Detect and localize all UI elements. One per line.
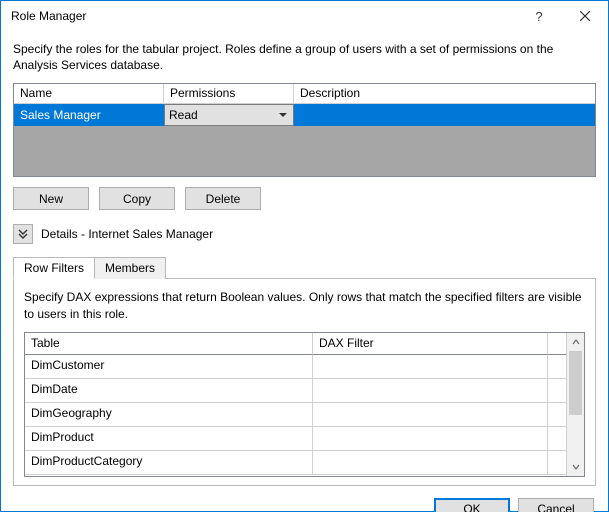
filter-table-cell[interactable]: DimGeography bbox=[25, 403, 313, 426]
scroll-up-button[interactable] bbox=[567, 333, 584, 351]
filter-dax-cell[interactable] bbox=[313, 451, 548, 474]
column-header-permissions[interactable]: Permissions bbox=[164, 84, 294, 104]
intro-text: Specify the roles for the tabular projec… bbox=[13, 41, 596, 73]
filters-scrollbar[interactable] bbox=[566, 333, 584, 476]
column-header-dax[interactable]: DAX Filter bbox=[313, 333, 548, 355]
roles-grid-row[interactable]: Sales Manager Read bbox=[14, 104, 595, 126]
filters-grid[interactable]: Table DAX Filter DimCustomer DimDate bbox=[24, 332, 585, 477]
dialog-body: Specify the roles for the tabular projec… bbox=[1, 31, 608, 486]
details-label: Details - Internet Sales Manager bbox=[41, 227, 213, 241]
scroll-down-button[interactable] bbox=[567, 458, 584, 476]
role-buttons-row: New Copy Delete bbox=[13, 187, 596, 210]
filters-grid-main: Table DAX Filter DimCustomer DimDate bbox=[25, 333, 566, 476]
dialog-button-row: OK Cancel bbox=[1, 486, 608, 512]
filter-dax-cell[interactable] bbox=[313, 403, 548, 426]
cancel-button[interactable]: Cancel bbox=[518, 498, 594, 512]
scroll-thumb[interactable] bbox=[569, 351, 582, 415]
roles-grid-header: Name Permissions Description bbox=[14, 84, 595, 104]
table-row[interactable]: DimCustomer bbox=[25, 355, 566, 379]
filter-dax-cell[interactable] bbox=[313, 427, 548, 450]
filter-dax-cell[interactable] bbox=[313, 355, 548, 378]
details-header: Details - Internet Sales Manager bbox=[13, 224, 596, 244]
new-button[interactable]: New bbox=[13, 187, 89, 210]
filter-table-cell[interactable]: DimProductCategory bbox=[25, 451, 313, 474]
titlebar: Role Manager ? bbox=[1, 1, 608, 31]
filters-grid-header: Table DAX Filter bbox=[25, 333, 566, 355]
row-filters-intro: Specify DAX expressions that return Bool… bbox=[24, 289, 585, 321]
copy-button[interactable]: Copy bbox=[99, 187, 175, 210]
table-row[interactable]: DimProduct bbox=[25, 427, 566, 451]
details-toggle[interactable] bbox=[13, 224, 33, 244]
window-title: Role Manager bbox=[1, 9, 516, 23]
tab-row-filters[interactable]: Row Filters bbox=[13, 257, 95, 279]
column-header-description[interactable]: Description bbox=[294, 84, 595, 104]
permissions-value: Read bbox=[169, 108, 198, 122]
column-header-name[interactable]: Name bbox=[14, 84, 164, 104]
chevron-down-double-icon bbox=[17, 228, 29, 240]
filter-table-cell[interactable]: DimProduct bbox=[25, 427, 313, 450]
chevron-down-icon bbox=[572, 463, 580, 471]
filters-grid-body: DimCustomer DimDate DimGeography bbox=[25, 355, 566, 476]
roles-grid[interactable]: Name Permissions Description Sales Manag… bbox=[13, 83, 596, 177]
delete-button[interactable]: Delete bbox=[185, 187, 261, 210]
role-description-cell[interactable] bbox=[294, 104, 595, 126]
column-header-table[interactable]: Table bbox=[25, 333, 313, 355]
column-header-end bbox=[548, 333, 566, 355]
filter-table-cell[interactable]: DimDate bbox=[25, 379, 313, 402]
help-button[interactable]: ? bbox=[516, 1, 562, 31]
permissions-dropdown[interactable]: Read bbox=[164, 104, 294, 126]
close-icon bbox=[580, 11, 590, 21]
ok-button[interactable]: OK bbox=[434, 498, 510, 512]
role-name-cell[interactable]: Sales Manager bbox=[14, 104, 164, 126]
close-button[interactable] bbox=[562, 1, 608, 31]
tabs: Row Filters Members bbox=[13, 256, 596, 278]
filter-table-cell[interactable]: DimCustomer bbox=[25, 355, 313, 378]
scroll-track[interactable] bbox=[567, 351, 584, 458]
table-row[interactable]: DimProductCategory bbox=[25, 451, 566, 475]
filter-dax-cell[interactable] bbox=[313, 379, 548, 402]
tab-members[interactable]: Members bbox=[94, 257, 166, 279]
row-filters-panel: Specify DAX expressions that return Bool… bbox=[13, 278, 596, 485]
table-row[interactable]: DimDate bbox=[25, 379, 566, 403]
table-row[interactable]: DimGeography bbox=[25, 403, 566, 427]
role-manager-dialog: Role Manager ? Specify the roles for the… bbox=[0, 0, 609, 512]
chevron-up-icon bbox=[572, 338, 580, 346]
